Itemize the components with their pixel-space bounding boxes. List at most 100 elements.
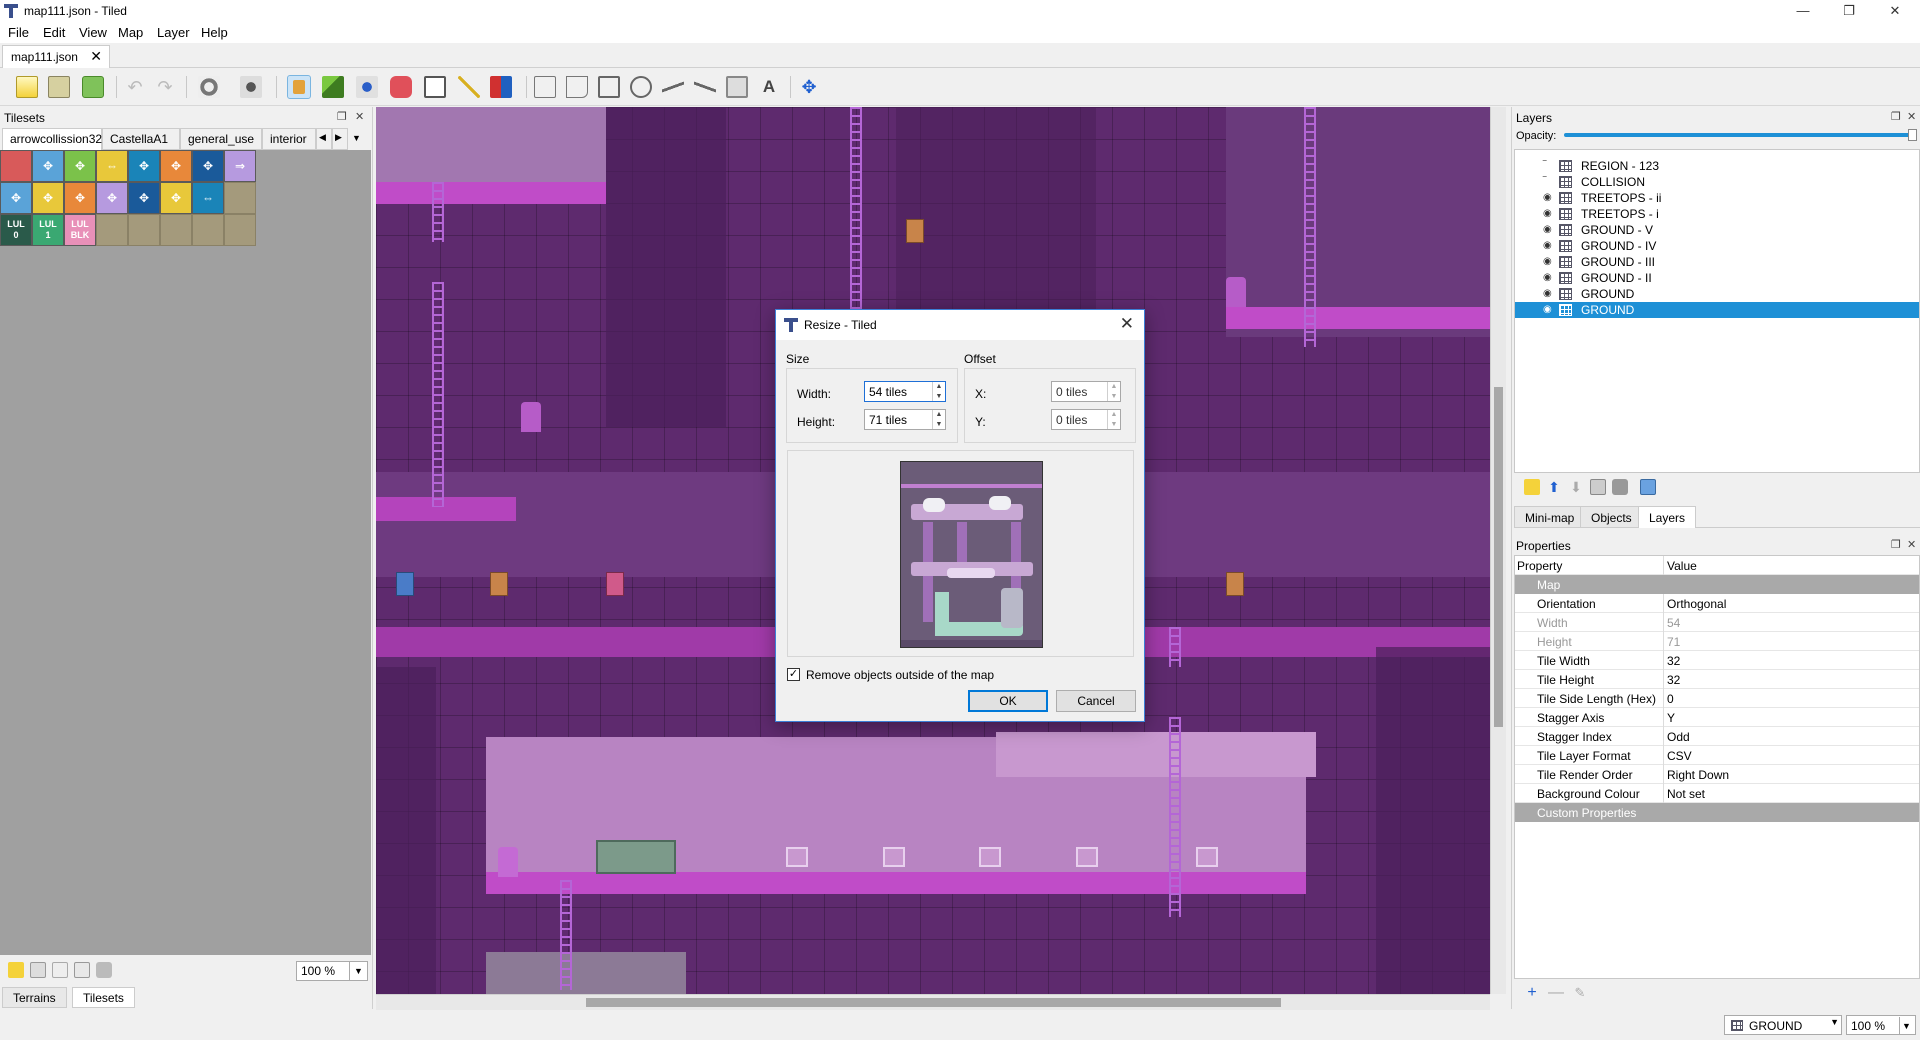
eye-icon[interactable]: ◉: [1543, 288, 1555, 300]
insert-rectangle-icon[interactable]: [598, 76, 620, 98]
tab-layers[interactable]: Layers: [1638, 506, 1697, 528]
property-value[interactable]: 32: [1667, 673, 1680, 687]
insert-ellipse-icon[interactable]: [630, 76, 652, 98]
eye-icon[interactable]: ◉: [1543, 208, 1555, 220]
tab-terrains[interactable]: Terrains: [2, 987, 67, 1008]
export-tileset-icon[interactable]: [52, 962, 68, 978]
panel-float-icon[interactable]: ❐: [1891, 538, 1901, 551]
close-window-button[interactable]: ✕: [1872, 0, 1918, 22]
rename-property-icon[interactable]: ✎: [1572, 985, 1588, 1001]
panel-close-icon[interactable]: ✕: [1907, 110, 1916, 123]
remove-objects-checkbox[interactable]: ✓: [787, 668, 800, 681]
spin-down-icon[interactable]: ▼: [1108, 392, 1120, 401]
eye-icon[interactable]: ◉: [1543, 256, 1555, 268]
add-property-icon[interactable]: +: [1524, 985, 1540, 1001]
arrow-tile-icon[interactable]: ⇔: [192, 182, 224, 214]
embed-tileset-icon[interactable]: [30, 962, 46, 978]
eye-hidden-icon[interactable]: ‾: [1543, 160, 1555, 172]
property-value[interactable]: Not set: [1667, 787, 1705, 801]
property-value[interactable]: Odd: [1667, 730, 1690, 744]
stamp-brush-icon[interactable]: [287, 75, 311, 99]
menu-layer[interactable]: Layer: [157, 25, 190, 40]
arrow-tile-icon[interactable]: ✥: [32, 150, 64, 182]
eye-hidden-icon[interactable]: ‾: [1543, 176, 1555, 188]
tile-empty[interactable]: [224, 214, 256, 246]
undo-icon[interactable]: ↶: [124, 76, 146, 98]
arrow-tile-icon[interactable]: ✥: [160, 182, 192, 214]
property-row[interactable]: Tile Render Order Right Down: [1515, 765, 1919, 784]
edit-tileset-icon[interactable]: [74, 962, 90, 978]
menu-file[interactable]: File: [8, 25, 29, 40]
tile-empty[interactable]: [96, 214, 128, 246]
tileset-tab-interior[interactable]: interior: [262, 128, 316, 150]
arrow-tile-icon[interactable]: ✥: [128, 150, 160, 182]
panel-close-icon[interactable]: ✕: [1907, 538, 1916, 551]
close-tab-icon[interactable]: ✕: [90, 48, 102, 65]
tab-scroll-left-icon[interactable]: ◀: [316, 128, 332, 150]
width-spinbox[interactable]: 54 tiles ▲ ▼: [864, 381, 946, 402]
select-objects-icon[interactable]: [534, 76, 556, 98]
save-icon[interactable]: [82, 76, 104, 98]
map-vertical-scrollbar[interactable]: [1490, 107, 1506, 994]
spin-up-icon[interactable]: ▲: [933, 382, 945, 391]
tileset-view[interactable]: ✥ ✥ ⇔ ✥ ✥ ✥ ⇒ ✥ ✥ ✥ ✥ ✥ ✥ ⇔ LUL 0 LUL 1 …: [0, 150, 371, 955]
menu-view[interactable]: View: [79, 25, 107, 40]
remove-objects-option[interactable]: ✓ Remove objects outside of the map: [787, 667, 1087, 683]
edit-polygons-icon[interactable]: [566, 76, 588, 98]
height-spinbox[interactable]: 71 tiles ▲ ▼: [864, 409, 946, 430]
new-file-icon[interactable]: [16, 76, 38, 98]
tab-tilesets[interactable]: Tilesets: [72, 987, 135, 1008]
menu-help[interactable]: Help: [201, 25, 228, 40]
tile-empty[interactable]: [128, 214, 160, 246]
ok-button[interactable]: OK: [968, 690, 1048, 712]
map-horizontal-scrollbar[interactable]: [376, 994, 1490, 1010]
x-offset-spinbox[interactable]: 0 tiles ▲ ▼: [1051, 381, 1121, 402]
property-value[interactable]: Orthogonal: [1667, 597, 1726, 611]
property-row[interactable]: Tile Height 32: [1515, 670, 1919, 689]
spin-up-icon[interactable]: ▲: [933, 410, 945, 419]
remove-property-icon[interactable]: —: [1548, 985, 1564, 1001]
dialog-close-icon[interactable]: ✕: [1120, 314, 1134, 334]
lower-layer-icon[interactable]: ⬇: [1568, 479, 1584, 495]
open-folder-icon[interactable]: [48, 76, 70, 98]
property-value[interactable]: Right Down: [1667, 768, 1729, 782]
redo-icon[interactable]: ↷: [154, 76, 176, 98]
restore-button[interactable]: ❐: [1826, 0, 1872, 22]
property-value[interactable]: CSV: [1667, 749, 1692, 763]
layer-row[interactable]: ◉ GROUND: [1515, 286, 1919, 302]
raise-layer-icon[interactable]: ⬆: [1546, 479, 1562, 495]
eye-icon[interactable]: ◉: [1543, 240, 1555, 252]
layer-row[interactable]: ◉ GROUND - II: [1515, 270, 1919, 286]
bucket-fill-icon[interactable]: [356, 76, 378, 98]
layer-row[interactable]: ◉ GROUND - V: [1515, 222, 1919, 238]
custom-properties-group-row[interactable]: Custom Properties: [1515, 803, 1919, 822]
property-value[interactable]: 32: [1667, 654, 1680, 668]
opacity-slider-handle[interactable]: [1908, 129, 1917, 141]
scroll-thumb[interactable]: [586, 998, 1281, 1007]
property-row[interactable]: Tile Side Length (Hex) 0: [1515, 689, 1919, 708]
delete-layer-icon[interactable]: [1612, 479, 1628, 495]
current-layer-combo[interactable]: GROUND ▼: [1724, 1015, 1842, 1035]
map-preview-thumbnail[interactable]: [900, 461, 1043, 648]
insert-text-icon[interactable]: A: [758, 76, 780, 98]
spin-up-icon[interactable]: ▲: [1108, 382, 1120, 391]
map-zoom-combo[interactable]: 100 % ▼: [1846, 1015, 1916, 1035]
layer-row-selected[interactable]: ◉ GROUND: [1515, 302, 1919, 318]
tile-empty[interactable]: [192, 214, 224, 246]
new-tileset-icon[interactable]: [8, 962, 24, 978]
tile-empty[interactable]: [160, 214, 192, 246]
property-row[interactable]: Stagger Axis Y: [1515, 708, 1919, 727]
minimize-button[interactable]: —: [1780, 0, 1826, 22]
layer-row[interactable]: ◉ GROUND - IV: [1515, 238, 1919, 254]
tileset-tab-arrowcollission32[interactable]: arrowcollission32: [2, 128, 102, 150]
eye-icon[interactable]: ◉: [1543, 224, 1555, 236]
tileset-tab-general-use[interactable]: general_use: [180, 128, 262, 150]
layer-row[interactable]: ‾ COLLISION: [1515, 174, 1919, 190]
spin-down-icon[interactable]: ▼: [933, 392, 945, 401]
magic-wand-icon[interactable]: [458, 76, 480, 98]
tile-lul-0[interactable]: LUL 0: [0, 214, 32, 246]
eye-icon[interactable]: ◉: [1543, 304, 1555, 316]
property-value[interactable]: Y: [1667, 711, 1675, 725]
insert-tile-icon[interactable]: [726, 76, 748, 98]
insert-polyline-icon[interactable]: [694, 76, 716, 98]
